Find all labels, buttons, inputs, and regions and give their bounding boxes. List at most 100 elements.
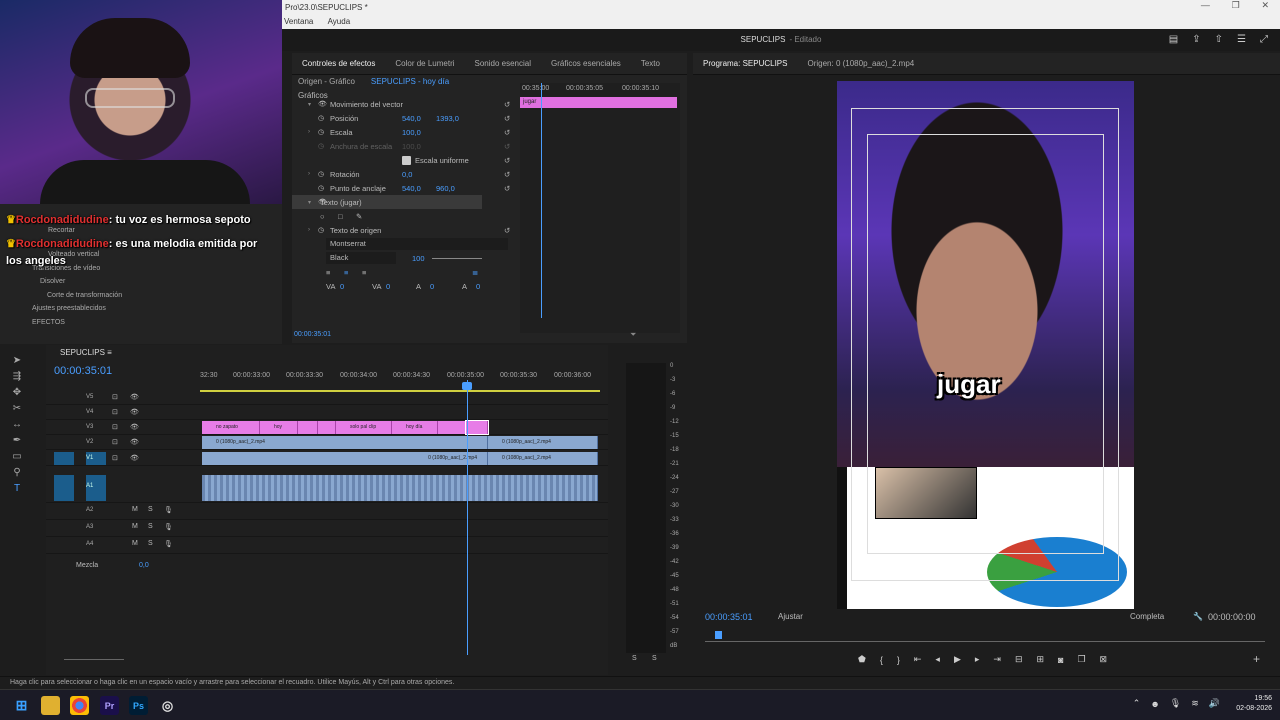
share-icon[interactable]: ⇧ bbox=[1215, 34, 1223, 45]
extract-icon[interactable]: ⊞ bbox=[1036, 654, 1044, 665]
razor-icon[interactable]: ✂ bbox=[13, 403, 21, 414]
align-center-icon[interactable]: ≡ bbox=[344, 268, 348, 277]
reset-icon[interactable]: ↺ bbox=[504, 170, 510, 179]
clip[interactable] bbox=[318, 421, 336, 434]
tab-effect-controls[interactable]: Controles de efectos bbox=[292, 59, 385, 68]
reset-icon[interactable]: ↺ bbox=[504, 156, 510, 165]
clip[interactable]: solo pal clip bbox=[336, 421, 392, 434]
filter-icon[interactable]: ⏷ bbox=[630, 330, 636, 340]
ellipse-mask-icon[interactable]: ○ bbox=[320, 212, 325, 221]
discord-icon[interactable]: ☻ bbox=[1150, 699, 1159, 709]
tab-lumetri[interactable]: Color de Lumetri bbox=[385, 59, 464, 68]
twirl-icon[interactable]: ▾ bbox=[308, 101, 311, 108]
reset-icon[interactable]: ↺ bbox=[504, 100, 510, 109]
compare-icon[interactable]: ❐ bbox=[1077, 654, 1085, 665]
rectangle-tool-icon[interactable]: ▭ bbox=[12, 451, 21, 462]
stopwatch-icon[interactable]: ◷ bbox=[318, 184, 324, 192]
reset-icon[interactable]: ↺ bbox=[504, 184, 510, 193]
twirl-icon[interactable]: › bbox=[308, 129, 310, 135]
program-timecode[interactable]: 00:00:35:01 bbox=[705, 612, 753, 622]
ec-playhead[interactable] bbox=[541, 83, 542, 318]
clip[interactable]: no zapato bbox=[202, 421, 260, 434]
solo-button[interactable]: S bbox=[148, 540, 153, 547]
marker-icon[interactable]: ⬟ bbox=[858, 654, 866, 665]
fit-select[interactable]: Ajustar bbox=[778, 612, 803, 621]
scrubber-bar[interactable] bbox=[705, 641, 1265, 642]
kerning-icon[interactable]: VA bbox=[372, 282, 381, 291]
tray-chevron-icon[interactable]: ⌃ bbox=[1133, 698, 1141, 709]
mic-icon[interactable]: 🎙 bbox=[164, 540, 173, 548]
source-patch-v1[interactable] bbox=[54, 452, 74, 465]
tab-essential-graphics[interactable]: Gráficos esenciales bbox=[541, 59, 631, 68]
sync-lock-icon[interactable]: ⊡ bbox=[112, 438, 118, 446]
go-to-in-icon[interactable]: ⇤ bbox=[914, 654, 922, 665]
font-select[interactable]: Montserrat bbox=[292, 237, 517, 251]
tab-source[interactable]: Origen: 0 (1080p_aac)_2.mp4 bbox=[797, 59, 924, 68]
photoshop-app-icon[interactable]: Ps bbox=[129, 696, 148, 715]
menu-icon[interactable]: ≡ bbox=[107, 348, 112, 357]
list-item[interactable]: Ajustes preestablecidos bbox=[0, 302, 282, 316]
wifi-icon[interactable]: ≋ bbox=[1191, 698, 1199, 709]
tab-text[interactable]: Texto bbox=[631, 59, 670, 68]
quality-select[interactable]: Completa bbox=[1130, 612, 1164, 621]
baseline-icon[interactable]: A bbox=[462, 282, 467, 291]
eye-icon[interactable]: 👁 bbox=[130, 423, 139, 431]
rect-mask-icon[interactable]: □ bbox=[338, 212, 343, 221]
reset-icon[interactable]: ↺ bbox=[504, 128, 510, 137]
clock[interactable]: 19:56 02-08-2026 bbox=[1236, 694, 1272, 714]
file-explorer-icon[interactable] bbox=[41, 696, 60, 715]
slip-icon[interactable]: ↔ bbox=[12, 419, 22, 430]
leading-icon[interactable]: A bbox=[416, 282, 421, 291]
audio-clip[interactable] bbox=[202, 475, 598, 501]
horizontal-scrollbar[interactable] bbox=[64, 659, 124, 660]
source-patch-a1[interactable] bbox=[54, 475, 74, 501]
add-button-icon[interactable]: + bbox=[1253, 652, 1260, 666]
obs-icon[interactable]: ◎ bbox=[158, 696, 177, 715]
clip[interactable] bbox=[298, 421, 318, 434]
clip[interactable]: 0 (1080p_aac)_2.mp4 bbox=[488, 436, 598, 449]
solo-button[interactable]: S bbox=[148, 506, 153, 513]
track-select-icon[interactable]: ⇶ bbox=[13, 371, 21, 382]
caption-text[interactable]: jugar bbox=[937, 369, 1001, 400]
prop-text-layer[interactable]: ▾ 👁 Texto (jugar) bbox=[292, 195, 482, 209]
reset-icon[interactable]: ↺ bbox=[504, 114, 510, 123]
font-size-slider[interactable] bbox=[432, 258, 482, 259]
twirl-icon[interactable]: › bbox=[308, 171, 310, 177]
timeline-timecode[interactable]: 00:00:35:01 bbox=[54, 365, 112, 377]
solo-button[interactable]: S bbox=[632, 655, 637, 662]
clip[interactable] bbox=[438, 421, 466, 434]
sync-lock-icon[interactable]: ⊡ bbox=[112, 454, 118, 462]
uniform-scale-checkbox[interactable] bbox=[402, 155, 411, 165]
lift-icon[interactable]: ⊟ bbox=[1015, 654, 1023, 665]
tracking-icon[interactable]: VA bbox=[326, 282, 335, 291]
mic-icon[interactable]: 🎙 bbox=[164, 506, 173, 514]
stopwatch-icon[interactable]: ◷ bbox=[318, 128, 324, 136]
selection-tool-icon[interactable]: ➤ bbox=[13, 355, 21, 366]
stopwatch-icon[interactable]: ◷ bbox=[318, 170, 324, 178]
play-icon[interactable]: ▶ bbox=[954, 654, 961, 665]
list-item[interactable]: Disolver bbox=[0, 275, 282, 289]
eye-icon[interactable]: 👁 bbox=[318, 100, 327, 108]
go-to-out-icon[interactable]: ⇥ bbox=[993, 654, 1001, 665]
justify-icon[interactable]: ≣ bbox=[472, 268, 478, 277]
time-ruler[interactable]: 32:30 00:00:33:00 00:00:33:30 00:00:34:0… bbox=[200, 372, 600, 384]
list-item[interactable]: Corte de transformación bbox=[0, 289, 282, 303]
weight-select[interactable]: Black bbox=[326, 252, 396, 264]
solo-button[interactable]: S bbox=[652, 655, 657, 662]
align-left-icon[interactable]: ≡ bbox=[326, 268, 330, 277]
solo-button[interactable]: S bbox=[148, 523, 153, 530]
menu-ventana[interactable]: Ventana bbox=[284, 17, 313, 26]
quick-export-icon[interactable]: ⇪ bbox=[1192, 34, 1200, 45]
mic-icon[interactable]: 🎙 bbox=[164, 523, 173, 531]
pen-tool-icon[interactable]: ✒ bbox=[13, 435, 21, 446]
mic-tray-icon[interactable]: 🎙 bbox=[1170, 698, 1181, 709]
maximize-icon[interactable]: ❐ bbox=[1232, 0, 1240, 15]
pen-mask-icon[interactable]: ✎ bbox=[356, 212, 362, 221]
vr-icon[interactable]: ⊠ bbox=[1100, 654, 1108, 665]
step-back-icon[interactable]: ◂ bbox=[935, 654, 940, 665]
step-forward-icon[interactable]: ▸ bbox=[975, 654, 980, 665]
mute-button[interactable]: M bbox=[132, 506, 138, 513]
fullscreen-icon[interactable]: ⤢ bbox=[1260, 34, 1268, 45]
ec-clip-bar[interactable]: jugar bbox=[520, 97, 677, 108]
hand-tool-icon[interactable]: ⚲ bbox=[13, 467, 20, 478]
